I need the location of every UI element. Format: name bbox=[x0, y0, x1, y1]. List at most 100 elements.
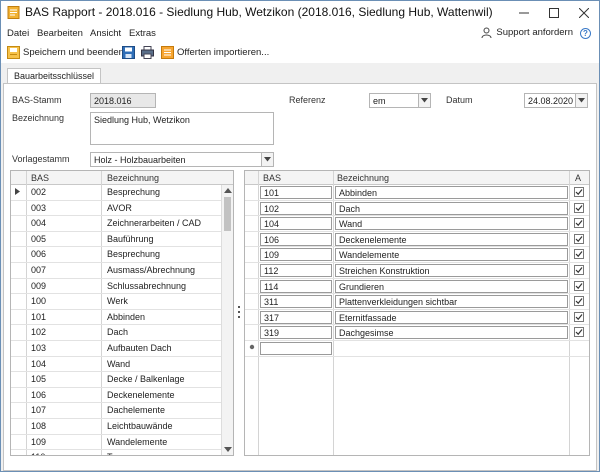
left-bas-cell: 106 bbox=[31, 389, 47, 400]
active-checkbox[interactable] bbox=[574, 327, 584, 338]
right-bezeichnung-cell[interactable]: Wand bbox=[335, 217, 568, 231]
left-bas-cell: 007 bbox=[31, 265, 47, 275]
active-checkbox[interactable] bbox=[574, 265, 584, 275]
right-bezeichnung-cell[interactable]: Abbinden bbox=[335, 186, 568, 199]
datum-date-picker[interactable]: 24.08.2020 bbox=[524, 93, 588, 108]
table-row[interactable]: 102 Dach bbox=[245, 201, 589, 217]
right-bezeichnung-cell[interactable]: Deckenelemente bbox=[335, 232, 568, 246]
table-row[interactable]: 005 Bauführung bbox=[11, 232, 233, 248]
datum-dropdown-arrow[interactable] bbox=[575, 94, 587, 107]
scroll-up-icon[interactable] bbox=[224, 187, 232, 193]
right-bas-cell[interactable]: 112 bbox=[260, 264, 332, 277]
vorlagestamm-dropdown[interactable]: Holz - Holzbauarbeiten bbox=[90, 152, 274, 167]
right-bas-cell[interactable]: 106 bbox=[260, 232, 332, 246]
right-bezeichnung-cell[interactable]: Plattenverkleidungen sichtbar bbox=[335, 295, 568, 309]
active-checkbox[interactable] bbox=[574, 249, 584, 260]
right-bas-cell[interactable]: 102 bbox=[260, 201, 332, 215]
right-bas-cell[interactable]: 319 bbox=[260, 326, 332, 340]
table-row[interactable]: 110 Treppen bbox=[11, 450, 233, 455]
menu-datei[interactable]: Datei bbox=[7, 28, 29, 39]
table-row[interactable]: 102 Dach bbox=[11, 325, 233, 341]
menu-ansicht[interactable]: Ansicht bbox=[90, 28, 121, 39]
table-row[interactable]: 112 Streichen Konstruktion bbox=[245, 263, 589, 279]
tab-bauarbeitsschluessel[interactable]: Bauarbeitsschlüssel bbox=[7, 68, 102, 84]
right-col-bas[interactable]: BAS bbox=[263, 173, 281, 183]
right-bezeichnung-cell[interactable]: Streichen Konstruktion bbox=[335, 264, 568, 277]
new-bas-input[interactable] bbox=[260, 342, 332, 355]
grid-splitter-handle[interactable] bbox=[237, 306, 241, 318]
menu-bearbeiten[interactable]: Bearbeiten bbox=[37, 28, 83, 39]
table-row[interactable]: 109 Wandelemente bbox=[11, 435, 233, 451]
table-row[interactable]: 106 Deckenelemente bbox=[11, 388, 233, 404]
right-bas-cell[interactable]: 109 bbox=[260, 248, 332, 262]
right-bas-cell[interactable]: 311 bbox=[260, 295, 332, 309]
table-row[interactable]: 006 Besprechung bbox=[11, 247, 233, 263]
active-checkbox[interactable] bbox=[574, 187, 584, 197]
maximize-button[interactable] bbox=[539, 1, 569, 25]
right-bezeichnung-cell[interactable]: Dachgesimse bbox=[335, 326, 568, 340]
active-checkbox[interactable] bbox=[574, 202, 584, 213]
right-bas-cell[interactable]: 317 bbox=[260, 310, 332, 324]
table-row[interactable]: 007 Ausmass/Abrechnung bbox=[11, 263, 233, 279]
table-row[interactable]: 101 Abbinden bbox=[11, 310, 233, 326]
scroll-down-icon[interactable] bbox=[224, 447, 232, 453]
left-grid-scrollbar[interactable] bbox=[221, 185, 233, 455]
right-bas-cell[interactable]: 114 bbox=[260, 279, 332, 293]
active-checkbox[interactable] bbox=[574, 218, 584, 229]
active-checkbox[interactable] bbox=[574, 280, 584, 291]
help-icon[interactable]: ? bbox=[580, 28, 591, 39]
table-row[interactable]: 105 Decke / Balkenlage bbox=[11, 372, 233, 388]
table-row[interactable]: 109 Wandelemente bbox=[245, 247, 589, 263]
right-bezeichnung-cell[interactable]: Dach bbox=[335, 201, 568, 215]
print-button[interactable] bbox=[141, 46, 154, 59]
vorlagestamm-dropdown-arrow[interactable] bbox=[261, 153, 273, 166]
right-bezeichnung-cell[interactable]: Eternitfassade bbox=[335, 310, 568, 324]
table-row[interactable]: 319 Dachgesimse bbox=[245, 325, 589, 341]
save-and-close-button[interactable]: Speichern und beenden bbox=[7, 46, 124, 59]
bezeichnung-textarea[interactable]: Siedlung Hub, Wetzikon bbox=[90, 112, 274, 145]
right-bezeichnung-cell[interactable]: Grundieren bbox=[335, 279, 568, 293]
active-checkbox[interactable] bbox=[574, 296, 584, 307]
right-bezeichnung-cell[interactable]: Wandelemente bbox=[335, 248, 568, 262]
table-row[interactable]: 107 Dachelemente bbox=[11, 403, 233, 419]
table-row[interactable]: 311 Plattenverkleidungen sichtbar bbox=[245, 294, 589, 310]
left-col-bezeichnung[interactable]: Bezeichnung bbox=[107, 173, 159, 183]
support-request-link[interactable]: Support anfordern bbox=[481, 27, 573, 38]
table-row[interactable]: 004 Zeichnerarbeiten / CAD bbox=[11, 216, 233, 232]
referenz-dropdown-arrow[interactable] bbox=[418, 94, 430, 107]
table-row[interactable]: 104 Wand bbox=[245, 216, 589, 232]
right-col-bezeichnung[interactable]: Bezeichnung bbox=[337, 173, 389, 183]
table-row[interactable]: 114 Grundieren bbox=[245, 279, 589, 295]
minimize-button[interactable] bbox=[509, 1, 539, 25]
table-row[interactable]: 101 Abbinden bbox=[245, 185, 589, 201]
table-row[interactable]: 100 Werk bbox=[11, 294, 233, 310]
right-bas-cell[interactable]: 101 bbox=[260, 186, 332, 199]
left-grid-scroll-thumb[interactable] bbox=[224, 197, 231, 231]
menu-extras[interactable]: Extras bbox=[129, 28, 156, 39]
import-offers-button[interactable]: Offerten importieren... bbox=[161, 46, 269, 59]
table-row[interactable]: 103 Aufbauten Dach bbox=[11, 341, 233, 357]
save-button[interactable] bbox=[122, 46, 135, 59]
right-col-a[interactable]: A bbox=[575, 173, 581, 183]
table-row[interactable]: 003 AVOR bbox=[11, 201, 233, 217]
close-button[interactable] bbox=[569, 1, 599, 25]
active-checkbox[interactable] bbox=[574, 233, 584, 244]
referenz-dropdown[interactable]: em bbox=[369, 93, 431, 108]
save-close-icon bbox=[7, 46, 20, 59]
new-row[interactable] bbox=[245, 341, 589, 357]
table-row[interactable]: 108 Leichtbauwände bbox=[11, 419, 233, 435]
vorlagestamm-value: Holz - Holzbauarbeiten bbox=[94, 155, 186, 165]
left-bezeichnung-cell: Bauführung bbox=[107, 233, 154, 244]
right-bas-cell[interactable]: 104 bbox=[260, 217, 332, 231]
left-bas-cell: 102 bbox=[31, 327, 47, 338]
table-row[interactable]: 317 Eternitfassade bbox=[245, 310, 589, 326]
left-col-bas[interactable]: BAS bbox=[31, 173, 49, 183]
table-row[interactable]: 002 Besprechung bbox=[11, 185, 233, 201]
table-row[interactable]: 106 Deckenelemente bbox=[245, 232, 589, 248]
table-row[interactable]: 104 Wand bbox=[11, 357, 233, 373]
table-row[interactable]: 009 Schlussabrechnung bbox=[11, 279, 233, 295]
checkmark-icon bbox=[575, 313, 583, 320]
left-bezeichnung-cell: AVOR bbox=[107, 202, 132, 213]
active-checkbox[interactable] bbox=[574, 311, 584, 322]
chevron-down-icon bbox=[421, 98, 428, 103]
